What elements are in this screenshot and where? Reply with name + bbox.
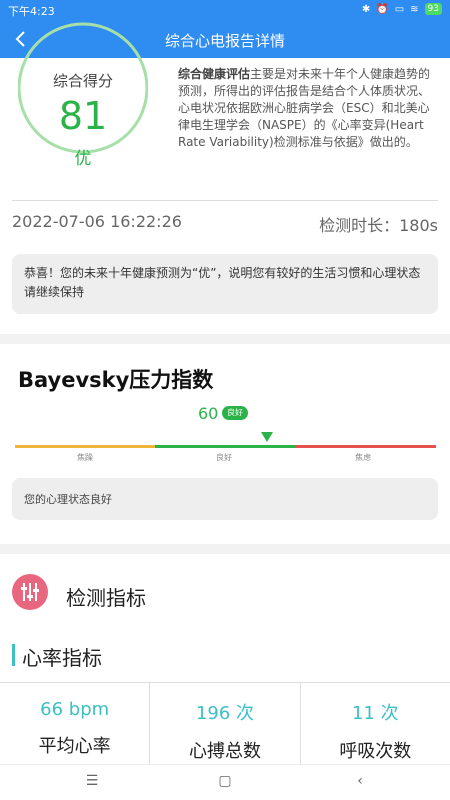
bayevsky-card: Bayevsky压力指数 60 良好 焦躁 良好 焦虑 您的心理状态良好 <box>0 344 450 544</box>
home-icon[interactable]: ▢ <box>215 773 235 793</box>
test-datetime: 2022-07-06 16:22:26 <box>12 212 182 231</box>
metric-label: 呼吸次数 <box>339 741 412 762</box>
menu-icon[interactable]: ☰ <box>82 773 102 793</box>
scale-segment-good <box>155 445 295 448</box>
scale-segment-low <box>15 445 155 448</box>
score-value: 81 <box>58 94 108 138</box>
metric-value: 11 次 <box>352 703 399 724</box>
heart-rate-grid: 66 bpm 平均心率 196 次 心搏总数 11 次 呼吸次数 <box>0 682 450 764</box>
bayevsky-title: Bayevsky压力指数 <box>18 368 214 392</box>
bayevsky-badge: 良好 <box>222 406 248 420</box>
indicator-marker-icon <box>261 432 273 442</box>
divider <box>12 200 438 201</box>
alarm-icon: ⏰ <box>376 3 389 15</box>
back-nav-icon[interactable]: ‹ <box>350 773 370 793</box>
metric-value: 66 bpm <box>40 699 110 720</box>
metric-cell: 66 bpm 平均心率 <box>0 683 151 764</box>
score-label: 综合得分 <box>52 72 113 90</box>
heart-rate-section-title: 心率指标 <box>22 646 102 670</box>
bayevsky-value: 60 <box>198 404 219 423</box>
test-duration: 检测时长：180s <box>319 216 438 235</box>
system-nav-bar: ☰ ▢ ‹ <box>0 764 450 800</box>
metric-label: 心搏总数 <box>188 741 261 762</box>
indicators-title: 检测指标 <box>66 586 146 610</box>
health-message: 恭喜！您的未来十年健康预测为“优”，说明您有较好的生活习惯和心理状态请继续保持 <box>12 254 438 314</box>
scale-label-low: 焦躁 <box>77 453 93 462</box>
assessment-description: 综合健康评估主要是对未来十年个人健康趋势的预测，所得出的评估报告是结合个人体质状… <box>178 66 440 151</box>
metric-cell: 11 次 呼吸次数 <box>301 683 450 764</box>
scale-segment-high <box>295 445 436 448</box>
bluetooth-icon: ✱ <box>361 3 371 15</box>
score-grade: 优 <box>74 149 92 169</box>
section-accent-bar <box>12 644 15 666</box>
score-block: 综合得分 81 优 <box>18 58 148 218</box>
scale-label-good: 良好 <box>216 453 232 462</box>
metric-cell: 196 次 心搏总数 <box>150 683 301 764</box>
status-icons: ✱ ⏰ ▭ ≋ 93 <box>362 3 442 15</box>
description-bold: 综合健康评估 <box>178 67 251 81</box>
scale-label-high: 焦虑 <box>355 453 371 462</box>
metric-label: 平均心率 <box>38 736 111 757</box>
metric-value: 196 次 <box>195 703 255 724</box>
bayevsky-message: 您的心理状态良好 <box>12 478 438 520</box>
indicators-card: 检测指标 心率指标 66 bpm 平均心率 196 次 心搏总数 11 次 呼吸… <box>0 554 450 764</box>
sim-icon: ▭ <box>394 3 405 15</box>
sliders-glyph <box>21 583 39 601</box>
battery-icon: 93 <box>424 3 442 15</box>
summary-card: 综合得分 81 优 综合健康评估主要是对未来十年个人健康趋势的预测，所得出的评估… <box>0 22 450 334</box>
wifi-icon: ≋ <box>410 3 419 15</box>
sliders-icon <box>12 574 48 610</box>
